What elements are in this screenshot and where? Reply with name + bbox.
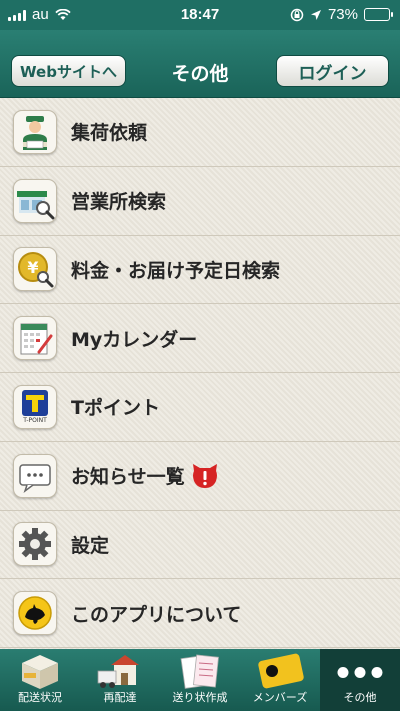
status-bar: au 18:47 73% xyxy=(0,0,400,30)
office-search-icon xyxy=(13,178,57,223)
menu-item-fee-search[interactable]: ¥ 料金・お届け予定日検索 xyxy=(0,236,400,305)
package-icon xyxy=(22,655,58,689)
members-card-icon xyxy=(258,653,304,689)
tab-more[interactable]: その他 xyxy=(320,649,400,711)
gear-icon xyxy=(13,522,57,567)
tpoint-caption: T-POINT xyxy=(23,416,47,424)
menu-item-pickup-request[interactable]: 集荷依頼 xyxy=(0,98,400,167)
status-right: 73% xyxy=(290,6,393,23)
calendar-icon xyxy=(13,316,57,361)
menu-item-settings[interactable]: 設定 xyxy=(0,511,400,580)
svg-text:¥: ¥ xyxy=(27,258,38,277)
message-icon xyxy=(13,453,57,498)
menu-item-office-search[interactable]: 営業所検索 xyxy=(0,167,400,236)
menu-item-label: 営業所検索 xyxy=(71,191,167,214)
tab-label: その他 xyxy=(343,691,377,704)
tab-members[interactable]: メンバーズ xyxy=(240,649,320,711)
menu-item-about-app[interactable]: このアプリについて xyxy=(0,579,400,648)
menu-item-label: 料金・お届け予定日検索 xyxy=(71,259,281,282)
black-cat-icon xyxy=(13,591,57,636)
tab-redelivery[interactable]: 再配達 xyxy=(80,649,160,711)
menu-item-t-point[interactable]: T-POINT Tポイント xyxy=(0,373,400,442)
tab-delivery-status[interactable]: 配送状況 xyxy=(0,649,80,711)
tab-label: メンバーズ xyxy=(252,691,308,704)
menu-item-label: 設定 xyxy=(71,534,110,557)
truck-house-icon xyxy=(97,655,139,688)
rotation-lock-icon xyxy=(290,8,304,21)
navigation-bar: Webサイトへ その他 ログイン xyxy=(0,30,400,98)
menu-item-my-calendar[interactable]: Myカレンダー xyxy=(0,304,400,373)
tab-label: 送り状作成 xyxy=(172,691,228,704)
menu-item-label: このアプリについて xyxy=(71,603,242,626)
menu-item-label: お知らせ一覧 xyxy=(71,466,185,489)
menu-item-label: Tポイント xyxy=(71,397,160,420)
location-icon xyxy=(310,9,321,20)
courier-icon xyxy=(13,109,57,154)
battery-percent: 73% xyxy=(327,6,358,23)
tpoint-icon: T-POINT xyxy=(13,384,57,429)
tab-create-invoice[interactable]: 送り状作成 xyxy=(160,649,240,711)
tab-bar: 配送状況 再配達 送り状作成 メンバーズ その他 xyxy=(0,649,400,711)
notification-badge-icon xyxy=(192,463,217,488)
yen-search-icon: ¥ xyxy=(13,247,57,292)
login-button[interactable]: ログイン xyxy=(276,55,389,87)
tab-label: 再配達 xyxy=(103,691,137,704)
invoice-icon xyxy=(180,654,219,689)
menu-item-notices[interactable]: お知らせ一覧 xyxy=(0,442,400,511)
tab-label: 配送状況 xyxy=(18,691,62,704)
more-dots-icon xyxy=(337,667,383,678)
battery-icon xyxy=(364,8,393,21)
menu-item-label: Myカレンダー xyxy=(71,328,198,351)
menu-item-label: 集荷依頼 xyxy=(71,122,148,145)
menu-list: 集荷依頼 営業所検索 ¥ 料金・お届け予定日検索 Myカレンダー T-POINT… xyxy=(0,98,400,649)
